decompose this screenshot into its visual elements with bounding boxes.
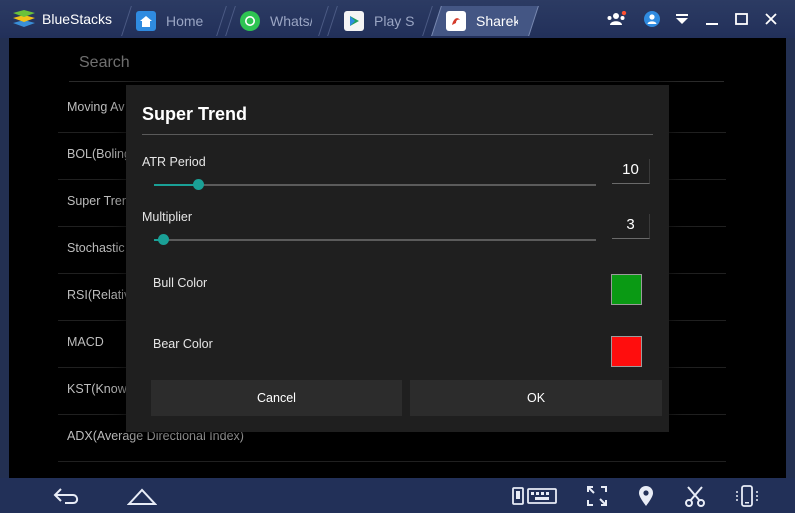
bluestacks-logo-icon [13, 10, 35, 27]
minimize-icon[interactable] [700, 8, 724, 30]
tab-label: Sharek [476, 13, 518, 29]
tab-label: Whats/ [270, 13, 312, 29]
android-screen: Search Moving Av BOL(Boling Super Tren S… [9, 38, 786, 478]
dialog-overlay: Super Trend ATR Period 10 Multiplier 3 B… [9, 38, 786, 478]
keyboard-icon[interactable] [512, 484, 558, 508]
atr-period-label: ATR Period [142, 155, 206, 169]
atr-period-value: 10 [622, 161, 639, 178]
atr-period-field[interactable]: 10 [612, 159, 650, 184]
location-icon[interactable] [636, 484, 656, 508]
maximize-icon[interactable] [729, 8, 753, 30]
bear-color-swatch[interactable] [611, 336, 642, 367]
close-icon[interactable] [759, 8, 783, 30]
fullscreen-icon[interactable] [586, 484, 608, 508]
super-trend-dialog: Super Trend ATR Period 10 Multiplier 3 B… [126, 85, 669, 432]
tab-play-store[interactable]: Play St [344, 6, 424, 36]
cancel-button[interactable]: Cancel [151, 380, 402, 416]
people-icon[interactable] [604, 8, 628, 30]
whatsapp-icon [240, 11, 260, 31]
multiplier-value: 3 [626, 216, 635, 233]
atr-period-slider[interactable] [154, 179, 596, 190]
account-icon[interactable] [640, 8, 664, 30]
bull-color-label: Bull Color [153, 276, 208, 290]
tab-whatsapp[interactable]: Whats/ [240, 6, 322, 36]
multiplier-slider-thumb[interactable] [158, 234, 169, 245]
multiplier-label: Multiplier [142, 210, 193, 224]
atr-period-slider-fill [154, 184, 198, 186]
phone-rotate-icon[interactable] [734, 484, 760, 508]
bear-color-label: Bear Color [153, 337, 213, 351]
home-icon [136, 11, 156, 31]
play-store-icon [344, 11, 364, 31]
bluestacks-window: BlueStacks Home Whats/ Play St Sharek Se… [0, 0, 795, 513]
tab-sharekhan[interactable]: Sharek [446, 6, 526, 36]
menu-dropdown-icon[interactable] [670, 8, 694, 30]
ok-button[interactable]: OK [410, 380, 662, 416]
tab-label: Play St [374, 13, 414, 29]
title-bar: BlueStacks Home Whats/ Play St Sharek [0, 0, 795, 38]
home-icon[interactable] [127, 484, 157, 508]
tab-home[interactable]: Home [136, 6, 228, 36]
atr-period-slider-thumb[interactable] [193, 179, 204, 190]
bull-color-swatch[interactable] [611, 274, 642, 305]
multiplier-slider[interactable] [154, 234, 596, 245]
back-icon[interactable] [52, 484, 82, 508]
app-name: BlueStacks [42, 11, 113, 27]
dialog-divider [142, 134, 653, 135]
dialog-title: Super Trend [142, 104, 248, 124]
sharekhan-icon [446, 11, 466, 31]
multiplier-field[interactable]: 3 [612, 214, 650, 239]
scissors-icon[interactable] [683, 484, 707, 508]
android-nav-bar [0, 478, 795, 513]
tab-label: Home [166, 13, 204, 29]
